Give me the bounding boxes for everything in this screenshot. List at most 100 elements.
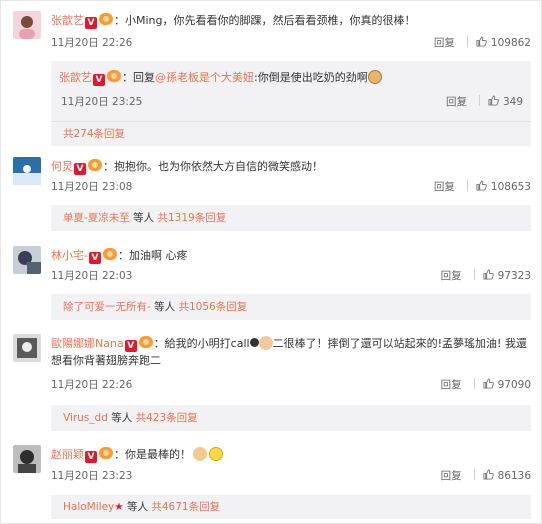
comment-body: 赵丽颖 V ：你是最棒的！ — [51, 446, 531, 463]
username-link[interactable]: 赵丽颖 — [51, 448, 84, 461]
divider — [473, 469, 475, 480]
reply-button[interactable]: 回复 — [441, 379, 462, 391]
like-count: 109862 — [490, 37, 531, 49]
comment-item: 歐陽娜娜Nana V ：給我的小明打call 二很棒了！摔倒了還可以站起來的!孟夢瑤加… — [1, 334, 542, 434]
fan-badge-icon — [102, 248, 117, 260]
verified-badge-icon: V — [85, 451, 97, 463]
reply-user-link[interactable]: 除了可爱一无所有- — [63, 301, 151, 313]
sub-reply-box: 除了可爱一无所有- 等人 共1056条回复 — [51, 294, 531, 320]
sub-reply-box: 单夏-夏凉未至 等人 共1319条回复 — [51, 205, 531, 231]
divider — [478, 95, 480, 106]
comment-text-part: 二很棒了！摔倒了還可以站起來的!孟夢瑤加油! 我還 — [272, 337, 527, 350]
username-link[interactable]: 何炅 — [51, 160, 73, 173]
more-replies-count[interactable]: 共4671条回复 — [151, 501, 220, 513]
star-icon: ★ — [114, 501, 124, 513]
thumbs-up-icon — [483, 469, 494, 480]
verified-badge-icon: V — [85, 17, 97, 29]
comment-body: 何炅 V ：抱抱你。也为你依然大方自信的微笑感动！ — [51, 158, 531, 175]
fan-badge-icon — [99, 447, 113, 459]
comment-time: 11月20日 22:03 — [51, 270, 133, 282]
avatar[interactable] — [13, 246, 41, 274]
like-count: 108653 — [490, 181, 531, 193]
comment-text: ：你是最棒的！ — [114, 448, 191, 461]
like-count: 97323 — [497, 270, 531, 282]
comment-item: 林小宅- V ：加油啊 心疼 11月20日 22:03 回复 97323 除了可爱一无… — [1, 246, 542, 321]
more-replies-separator: 等人 — [129, 212, 158, 224]
like-button[interactable]: 108653 — [476, 180, 531, 193]
more-replies-link[interactable]: Virus_dd 等人 共423条回复 — [63, 411, 198, 425]
heart-emoji-icon — [249, 338, 259, 347]
smile-emoji-icon — [209, 447, 223, 461]
dog-emoji-icon — [367, 70, 382, 84]
fan-badge-icon — [88, 159, 102, 171]
sub-reply-box: Virus_dd 等人 共423条回复 — [51, 405, 531, 431]
comment-actions: 回复 86136 — [441, 469, 531, 483]
reply-button[interactable]: 回复 — [434, 181, 455, 193]
mention-link[interactable]: @孫老板是个大美妞 — [155, 71, 254, 84]
like-button[interactable]: 97323 — [483, 269, 531, 282]
comment-time: 11月20日 23:23 — [51, 470, 133, 482]
reply-actions: 回复 349 — [446, 95, 523, 109]
more-replies-link[interactable]: HaloMiley★ 等人 共4671条回复 — [63, 500, 220, 514]
verified-badge-icon: V — [93, 74, 105, 86]
avatar[interactable] — [13, 11, 41, 39]
divider — [466, 36, 468, 47]
like-button[interactable]: 86136 — [483, 469, 531, 482]
comment-actions: 回复 97090 — [441, 378, 531, 392]
reply-prefix: ：回复 — [122, 71, 155, 84]
more-replies-count[interactable]: 共1056条回复 — [178, 301, 247, 313]
comment-text-part: ：給我的小明打call — [153, 337, 250, 350]
reply-button[interactable]: 回复 — [441, 270, 462, 282]
like-button[interactable]: 97090 — [483, 378, 531, 391]
more-replies-separator: 等人 — [123, 501, 152, 513]
reply-button[interactable]: 回复 — [434, 37, 455, 49]
sub-reply-body: 张歆艺 V ：回复@孫老板是个大美妞:你倒是使出吃奶的劲啊 — [59, 69, 523, 86]
comment-text: ：抱抱你。也为你依然大方自信的微笑感动！ — [103, 160, 323, 173]
more-replies-link[interactable]: 单夏-夏凉未至 等人 共1319条回复 — [63, 211, 226, 225]
more-replies-link[interactable]: 除了可爱一无所有- 等人 共1056条回复 — [63, 300, 247, 314]
reply-user-link[interactable]: HaloMiley — [63, 501, 114, 513]
username-link[interactable]: 林小宅- — [51, 249, 88, 262]
reply-user-link[interactable]: Virus_dd — [63, 412, 108, 424]
verified-badge-icon: V — [124, 340, 137, 352]
like-button[interactable]: 109862 — [476, 36, 531, 49]
verified-badge-icon: V — [74, 163, 86, 175]
more-replies-link[interactable]: 共274条回复 — [63, 127, 125, 141]
reply-time: 11月20日 23:25 — [61, 96, 143, 108]
avatar[interactable] — [13, 445, 41, 473]
comment-text-part: 想看你背著翅膀奔跑二 — [51, 354, 161, 367]
username-link[interactable]: 张歆艺 — [59, 71, 92, 84]
thumbs-up-icon — [476, 36, 487, 47]
comment-list: 张歆艺 V ：小Ming，你先看看你的脚踝，然后看看颈椎，你真的很棒！ 11月20日… — [0, 0, 542, 524]
thumbs-up-icon — [488, 95, 499, 106]
comment-body: 张歆艺 V ：小Ming，你先看看你的脚踝，然后看看颈椎，你真的很棒！ — [51, 12, 531, 29]
divider — [473, 378, 475, 389]
reply-text: :你倒是使出吃奶的劲啊 — [254, 71, 368, 84]
comment-item: 何炅 V ：抱抱你。也为你依然大方自信的微笑感动！ 11月20日 23:08 回复 1… — [1, 157, 542, 232]
rock-hand-emoji-icon — [193, 447, 207, 461]
like-count: 86136 — [497, 470, 531, 482]
avatar[interactable] — [13, 334, 41, 362]
comment-actions: 回复 108653 — [434, 180, 531, 194]
fan-badge-icon — [107, 70, 121, 82]
divider — [473, 269, 475, 280]
avatar[interactable] — [13, 157, 41, 185]
comment-body: 林小宅- V ：加油啊 心疼 — [51, 247, 531, 264]
like-button[interactable]: 349 — [488, 95, 523, 108]
like-count: 97090 — [497, 379, 531, 391]
username-link[interactable]: 歐陽娜娜Nana — [51, 337, 124, 350]
reply-user-link[interactable]: 单夏-夏凉未至 — [63, 212, 130, 224]
comment-actions: 回复 109862 — [434, 36, 531, 50]
username-link[interactable]: 张歆艺 — [51, 14, 84, 27]
reply-button[interactable]: 回复 — [446, 96, 467, 108]
more-replies-separator: 等人 — [150, 301, 179, 313]
reply-button[interactable]: 回复 — [441, 470, 462, 482]
divider — [51, 121, 531, 122]
fan-badge-icon — [99, 13, 113, 25]
more-replies-count[interactable]: 共423条回复 — [136, 412, 198, 424]
comment-time: 11月20日 23:08 — [51, 181, 133, 193]
more-replies-count[interactable]: 共1319条回复 — [157, 212, 226, 224]
more-replies-separator: 等人 — [107, 412, 136, 424]
divider — [466, 180, 468, 191]
thumbs-up-icon — [476, 180, 487, 191]
